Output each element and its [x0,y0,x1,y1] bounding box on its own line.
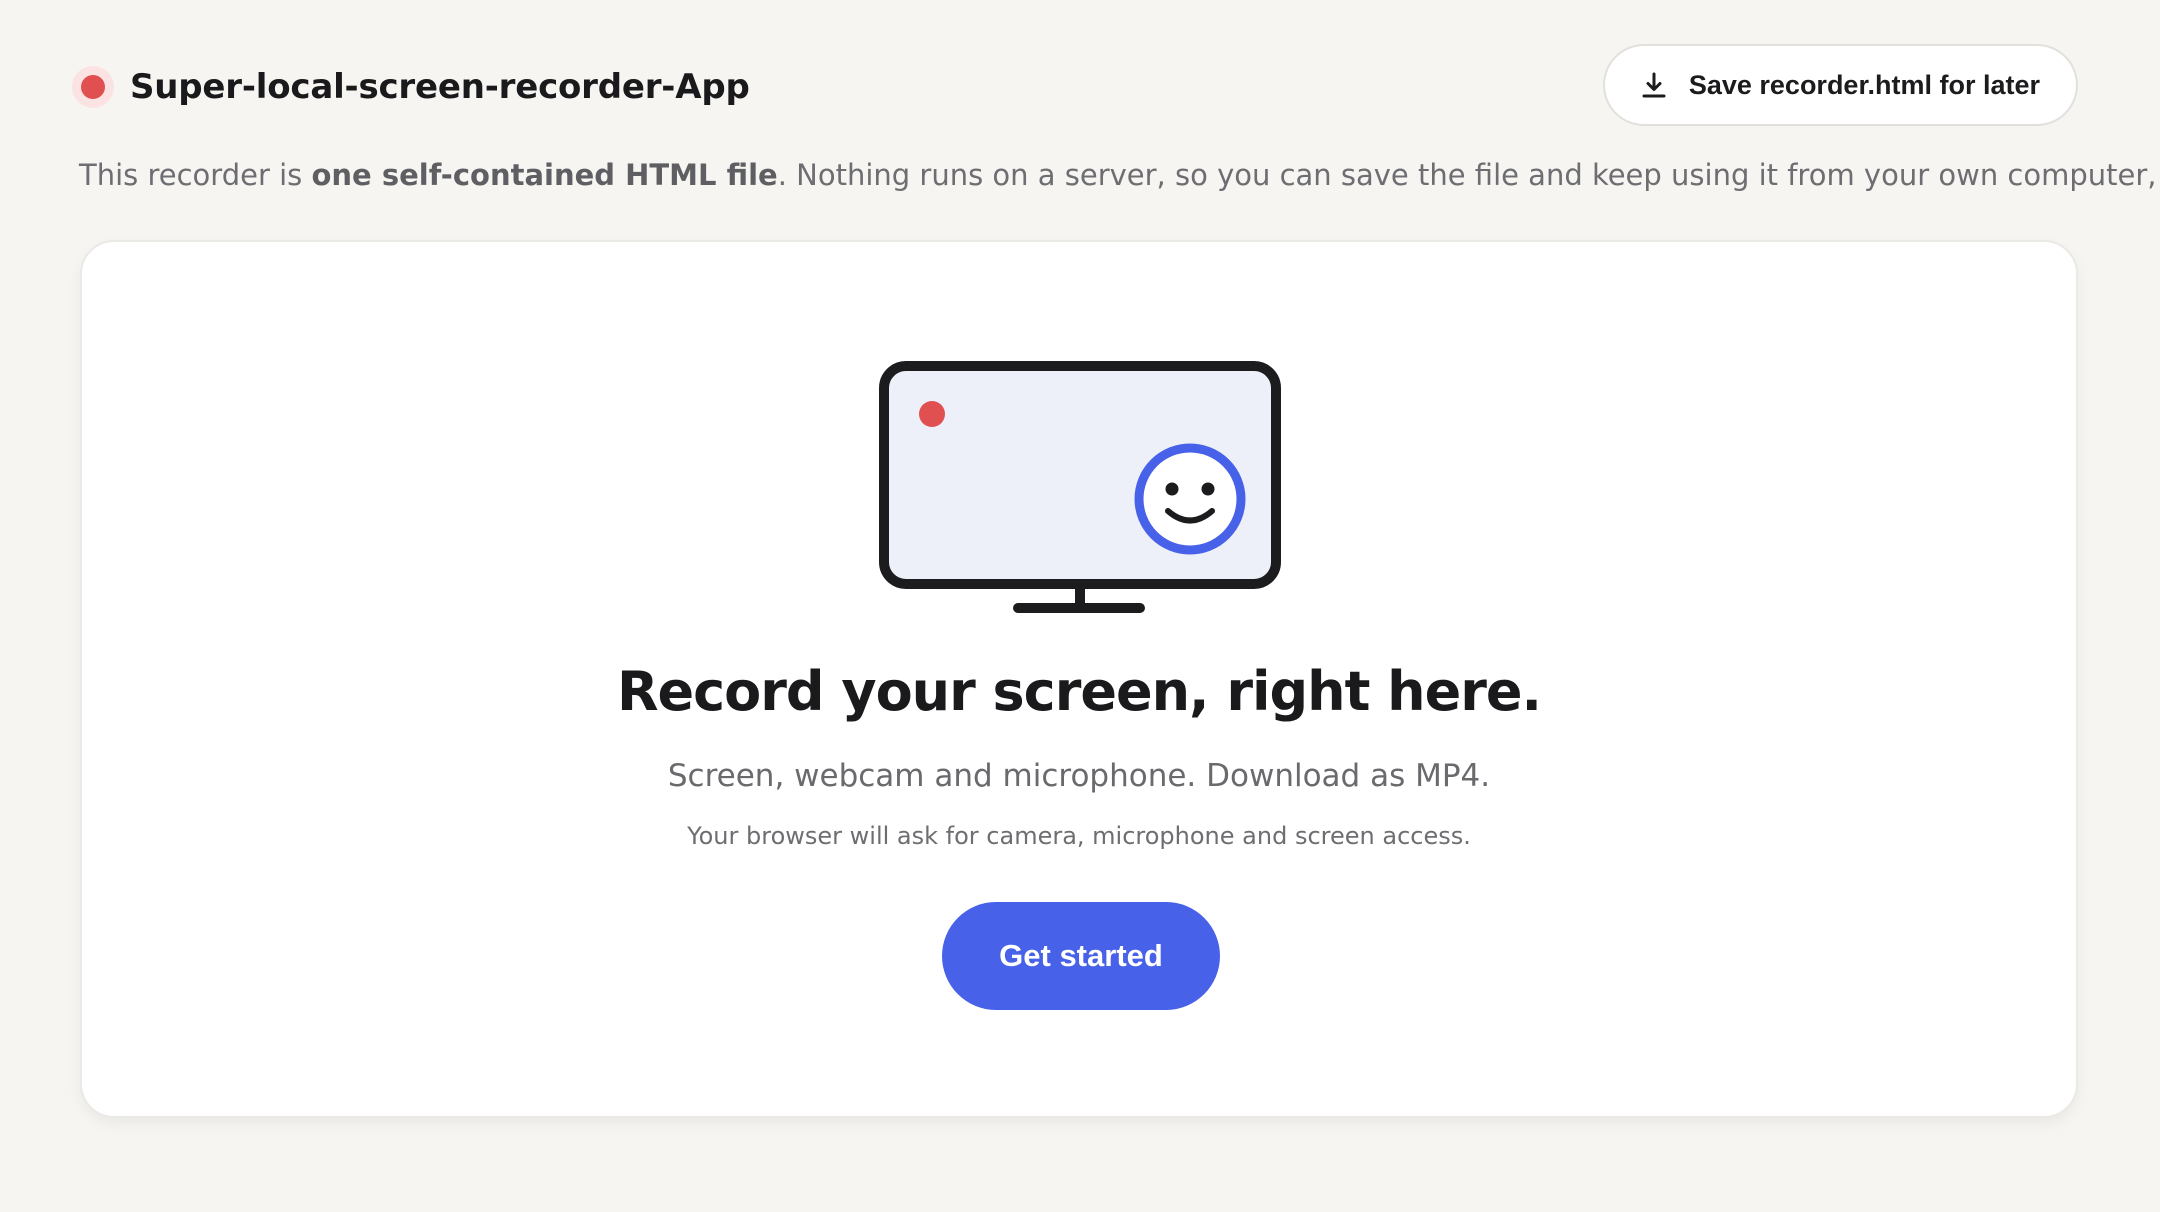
download-icon [1639,70,1669,100]
app-header: Super-local-screen-recorder-App Save rec… [72,44,2078,130]
brand: Super-local-screen-recorder-App [72,44,750,130]
record-indicator-icon [72,66,114,108]
save-button-label: Save recorder.html for later [1688,69,2040,100]
intro-prefix: This recorder is [79,158,312,192]
monitor-recording-icon [878,360,1282,620]
get-started-button[interactable]: Get started [942,902,1220,1010]
recorder-card: Record your screen, right here. Screen, … [80,240,2078,1118]
app-title: Super-local-screen-recorder-App [130,67,750,107]
intro-suffix: . Nothing runs on a server, so you can s… [777,158,2160,192]
save-for-later-button[interactable]: Save recorder.html for later [1602,44,2078,126]
intro-emphasis: one self-contained HTML file [311,158,778,192]
hero-subtitle: Screen, webcam and microphone. Download … [667,758,1491,794]
hero-headline: Record your screen, right here. [616,660,1542,723]
permission-note: Your browser will ask for camera, microp… [687,822,1471,850]
intro-text: This recorder is one self-contained HTML… [79,158,2160,192]
